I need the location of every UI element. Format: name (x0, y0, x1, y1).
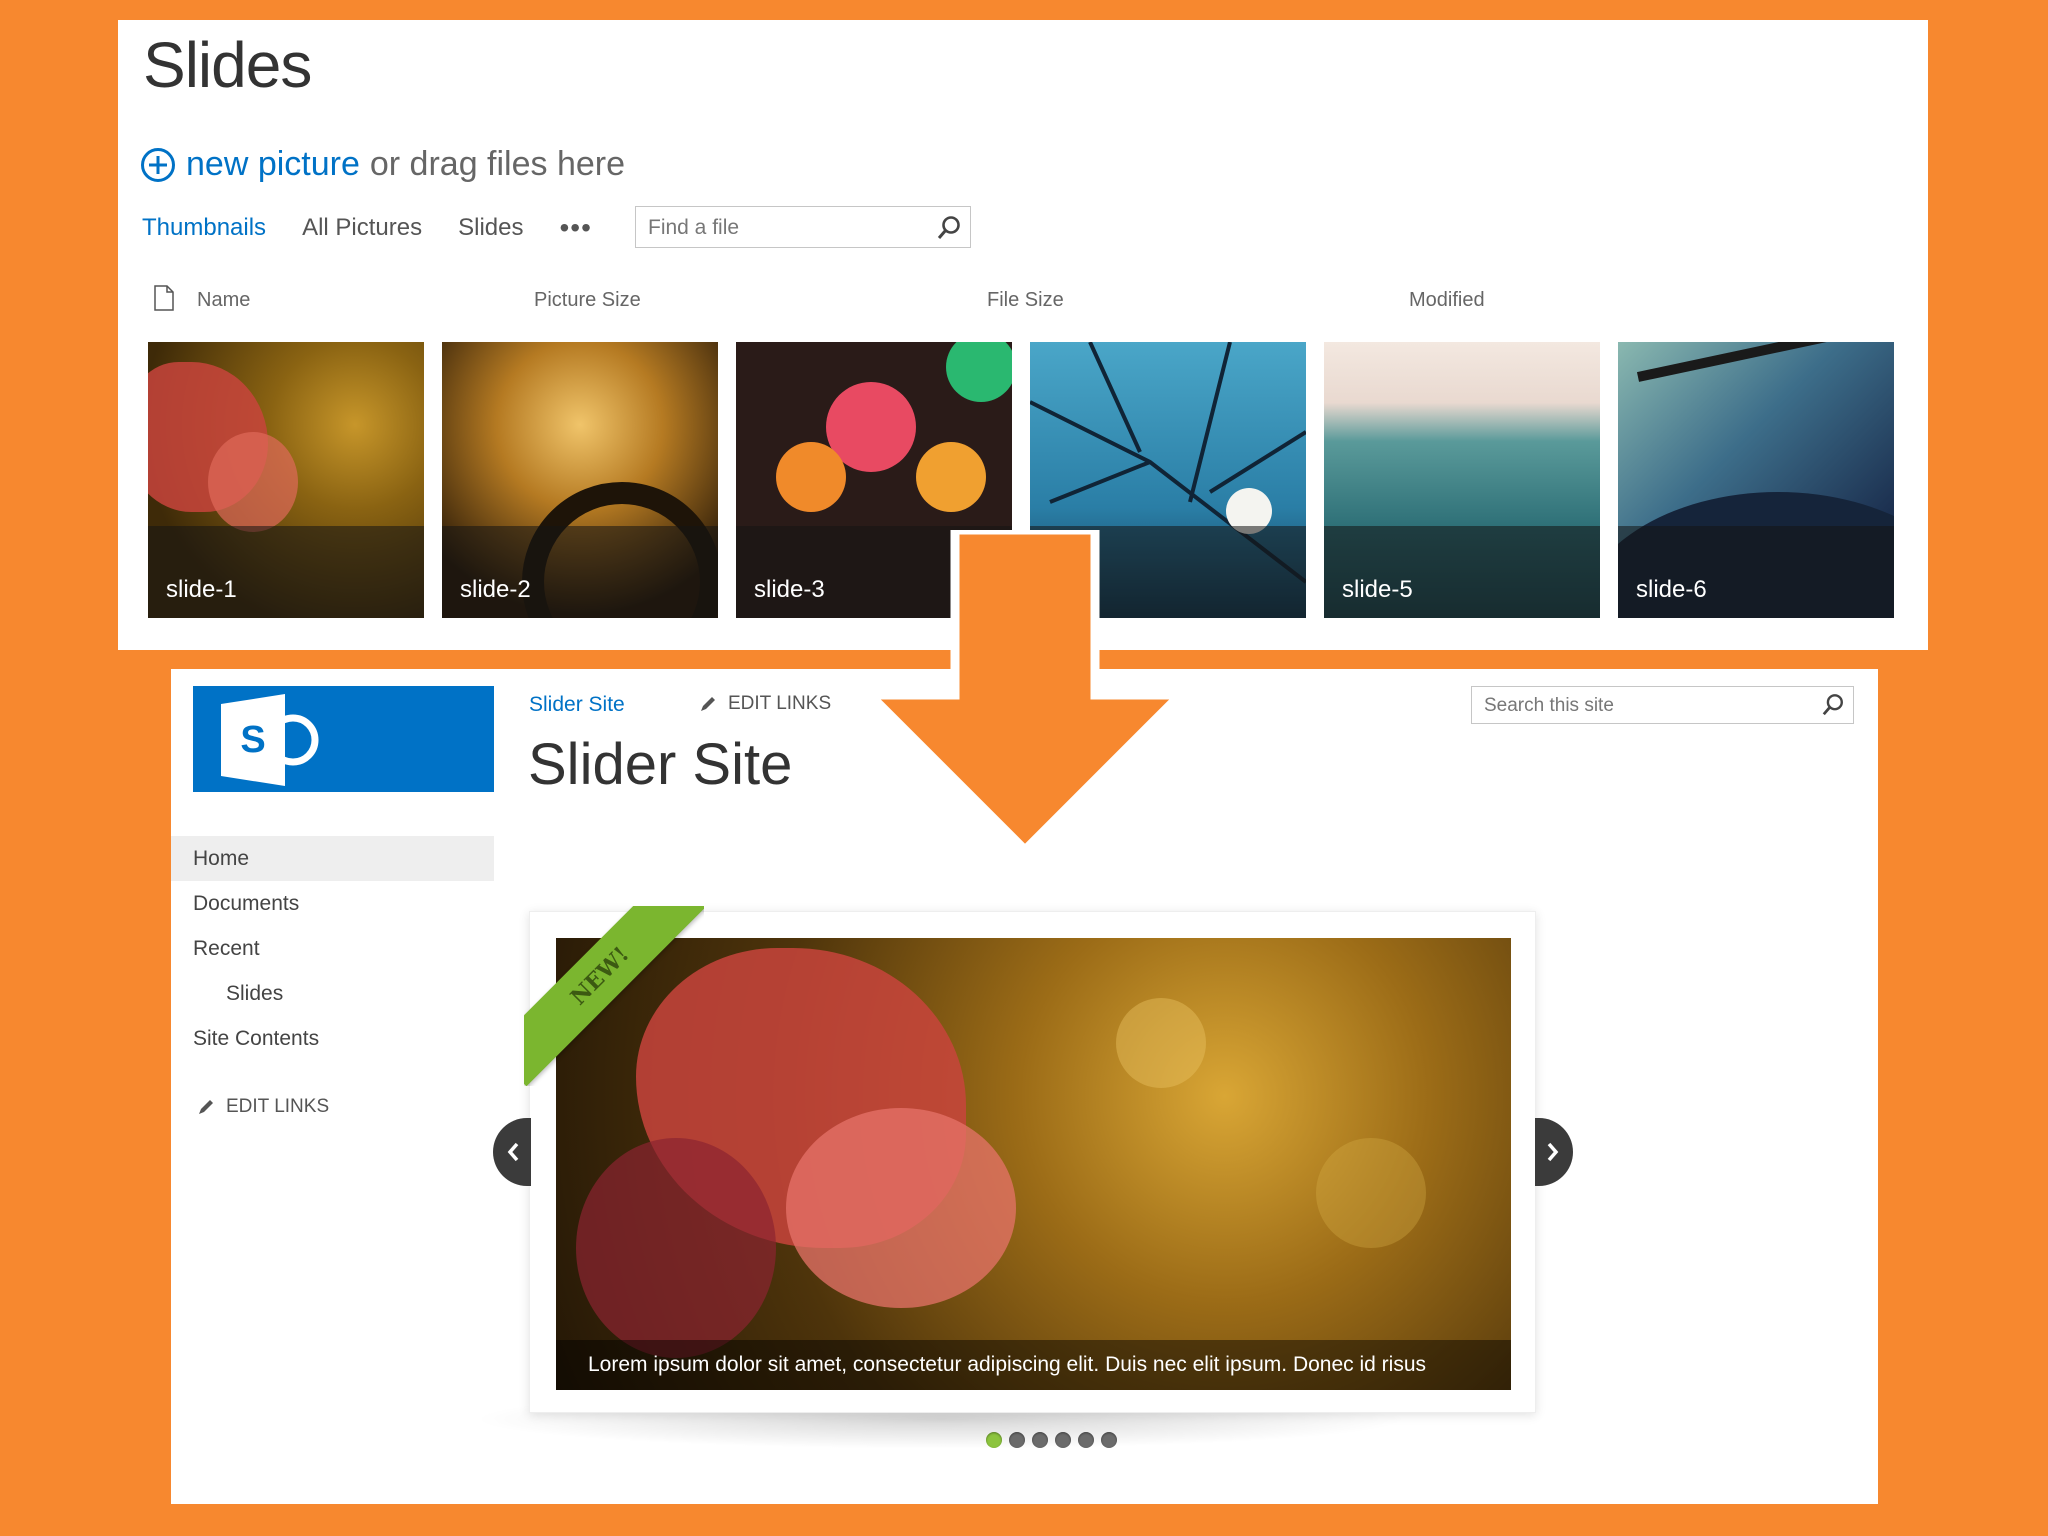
new-picture-link[interactable]: new picture (186, 145, 360, 184)
view-tabs: Thumbnails All Pictures Slides ••• (142, 214, 628, 242)
chevron-left-icon (507, 1142, 519, 1162)
quick-launch-nav: Home Documents Recent Slides Site Conten… (171, 836, 494, 1061)
search-icon[interactable] (1821, 693, 1845, 717)
drag-files-text: or drag files here (369, 145, 626, 183)
slider-pagination (986, 1432, 1124, 1448)
edit-links-label: EDIT LINKS (728, 693, 832, 714)
slider-prev-button[interactable] (493, 1118, 531, 1186)
nav-item-home[interactable]: Home (171, 836, 494, 881)
breadcrumb-site-link[interactable]: Slider Site (529, 693, 625, 717)
chevron-right-icon (1547, 1142, 1559, 1162)
nav-item-slides[interactable]: Slides (171, 971, 494, 1016)
slider-dot-3[interactable] (1032, 1432, 1048, 1448)
slider-next-button[interactable] (1535, 1118, 1573, 1186)
svg-text:S: S (240, 719, 265, 761)
thumbnail-slide-1[interactable]: slide-1 (148, 342, 424, 618)
find-file-box (635, 206, 971, 249)
slider-dot-1[interactable] (986, 1432, 1002, 1448)
column-modified[interactable]: Modified (1409, 289, 1485, 312)
sharepoint-logo-icon: S (221, 694, 319, 786)
library-title: Slides (143, 29, 312, 101)
arrow-down-icon (860, 530, 1191, 857)
tab-all-pictures[interactable]: All Pictures (302, 214, 422, 242)
slider-dot-5[interactable] (1078, 1432, 1094, 1448)
edit-links-label: EDIT LINKS (226, 1096, 330, 1117)
slide-caption: Lorem ipsum dolor sit amet, consectetur … (556, 1340, 1511, 1390)
column-name[interactable]: Name (197, 289, 250, 312)
thumbnail-slide-5[interactable]: slide-5 (1324, 342, 1600, 618)
new-ribbon: NEW! (524, 906, 704, 1086)
slider-dot-2[interactable] (1009, 1432, 1025, 1448)
thumbnail-label: slide-2 (460, 576, 531, 603)
thumbnail-label: slide-6 (1636, 576, 1707, 603)
pencil-icon (199, 1100, 213, 1114)
thumbnail-slide-6[interactable]: slide-6 (1618, 342, 1894, 618)
sharepoint-logo[interactable]: S (193, 686, 494, 792)
thumbnail-label: slide-1 (166, 576, 237, 603)
thumbnail-label: slide-5 (1342, 576, 1413, 603)
document-icon (154, 285, 174, 311)
nav-item-recent[interactable]: Recent (171, 926, 494, 971)
pencil-icon (701, 697, 715, 711)
slider-dot-4[interactable] (1055, 1432, 1071, 1448)
thumbnail-label: slide-3 (754, 576, 825, 603)
slider-dot-6[interactable] (1101, 1432, 1117, 1448)
column-headers: Name Picture Size File Size Modified (153, 285, 1853, 317)
column-picture-size[interactable]: Picture Size (534, 289, 641, 312)
nav-edit-links-button[interactable]: EDIT LINKS (196, 1096, 329, 1118)
tab-thumbnails[interactable]: Thumbnails (142, 214, 266, 242)
new-ribbon-label: NEW! (524, 906, 704, 1086)
nav-item-site-contents[interactable]: Site Contents (171, 1016, 494, 1061)
nav-item-documents[interactable]: Documents (171, 881, 494, 926)
top-edit-links-button[interactable]: EDIT LINKS (698, 693, 831, 715)
more-views-button[interactable]: ••• (559, 214, 591, 242)
thumbnail-slide-2[interactable]: slide-2 (442, 342, 718, 618)
search-icon[interactable] (936, 215, 962, 241)
tab-slides[interactable]: Slides (458, 214, 523, 242)
find-file-input[interactable] (646, 207, 918, 249)
site-search-box (1471, 686, 1854, 725)
column-file-size[interactable]: File Size (987, 289, 1064, 312)
site-title: Slider Site (528, 732, 793, 797)
upload-row: new picture or drag files here (140, 145, 625, 184)
plus-circle-icon[interactable] (140, 147, 176, 183)
image-slider: Lorem ipsum dolor sit amet, consectetur … (524, 906, 1536, 1413)
site-search-input[interactable] (1482, 687, 1791, 725)
